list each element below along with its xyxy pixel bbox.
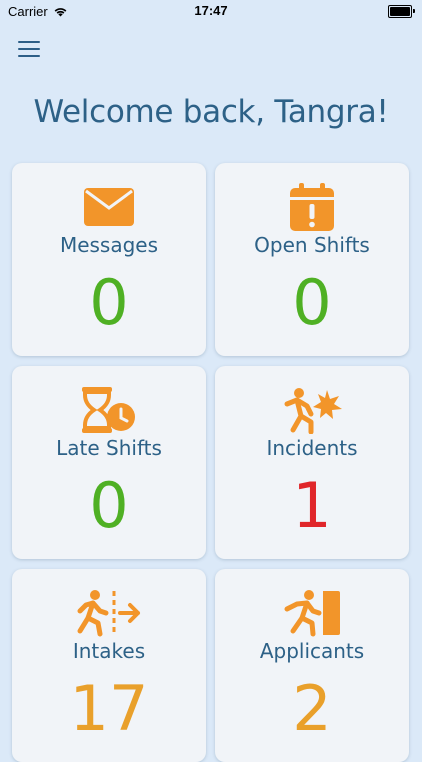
card-label: Open Shifts bbox=[254, 233, 370, 257]
menu-bar-1 bbox=[18, 41, 40, 43]
status-bar: Carrier 17:47 bbox=[0, 0, 422, 22]
envelope-icon bbox=[12, 183, 206, 231]
card-count: 1 bbox=[292, 469, 332, 542]
messages-card[interactable]: Messages 0 bbox=[12, 163, 206, 356]
welcome-title: Welcome back, Tangra! bbox=[33, 94, 389, 130]
card-count: 0 bbox=[89, 266, 129, 339]
person-walking-arrow-icon bbox=[12, 589, 206, 637]
open-shifts-card[interactable]: Open Shifts 0 bbox=[215, 163, 409, 356]
menu-bar-3 bbox=[18, 55, 40, 57]
dashboard-grid: Messages 0 Open Shifts 0 Late Shifts 0 I… bbox=[12, 163, 410, 762]
person-falling-icon bbox=[215, 386, 409, 434]
late-shifts-card[interactable]: Late Shifts 0 bbox=[12, 366, 206, 559]
person-entering-door-icon bbox=[215, 589, 409, 637]
menu-bar-2 bbox=[18, 48, 40, 50]
applicants-card[interactable]: Applicants 2 bbox=[215, 569, 409, 762]
card-label: Late Shifts bbox=[56, 436, 162, 460]
card-label: Applicants bbox=[259, 639, 365, 663]
card-count: 0 bbox=[292, 266, 332, 339]
card-label: Incidents bbox=[266, 436, 358, 460]
calendar-alert-icon bbox=[215, 183, 409, 231]
status-time: 17:47 bbox=[194, 3, 228, 18]
intakes-card[interactable]: Intakes 17 bbox=[12, 569, 206, 762]
card-count: 17 bbox=[69, 672, 149, 745]
incidents-card[interactable]: Incidents 1 bbox=[215, 366, 409, 559]
card-count: 2 bbox=[292, 672, 332, 745]
card-count: 0 bbox=[89, 469, 129, 542]
hamburger-menu-button[interactable] bbox=[18, 40, 40, 58]
battery-icon bbox=[388, 5, 415, 18]
card-label: Intakes bbox=[72, 639, 146, 663]
hourglass-clock-icon bbox=[12, 386, 206, 434]
card-label: Messages bbox=[59, 233, 159, 257]
